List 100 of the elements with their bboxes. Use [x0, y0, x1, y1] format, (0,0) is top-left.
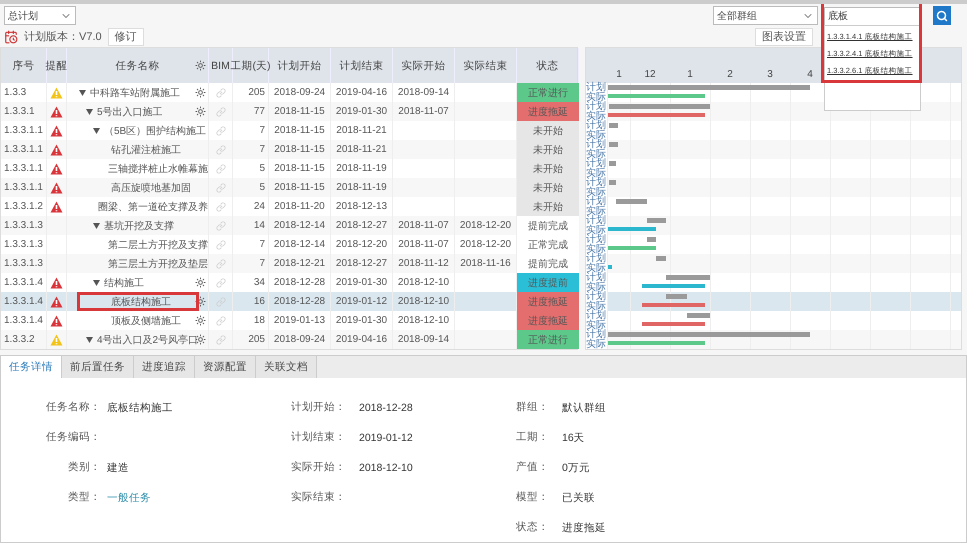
month-label: 1: [687, 69, 693, 80]
link-icon[interactable]: [216, 202, 226, 212]
status-cell: 未开始: [517, 121, 579, 140]
link-icon[interactable]: [216, 126, 226, 136]
task-name: 三轴搅拌桩止水帷幕施: [108, 162, 208, 176]
field-value: 进度拖延: [562, 522, 606, 534]
tab[interactable]: 关联文档: [256, 356, 317, 378]
link-icon[interactable]: [216, 258, 226, 268]
task-name: 钻孔灌注桩施工: [111, 144, 181, 156]
sun-icon[interactable]: [195, 87, 206, 98]
field-label: 群组：: [516, 400, 550, 414]
table-row[interactable]: 1.3.3.1 5号出入口施工 77 2018-11-15 2019-01-30 2018-11-07 进度拖延: [1, 102, 577, 121]
plan-bar[interactable]: [608, 180, 616, 185]
actual-label: 实际: [586, 206, 607, 216]
link-icon[interactable]: [216, 164, 226, 174]
tab[interactable]: 任务详情: [1, 356, 62, 378]
plan-bar[interactable]: [647, 237, 656, 242]
link-icon[interactable]: [216, 144, 226, 154]
tab[interactable]: 前后置任务: [62, 356, 134, 378]
status-cell: 未开始: [517, 140, 579, 159]
sun-icon[interactable]: [195, 334, 206, 345]
status-cell: 未开始: [517, 197, 579, 216]
link-icon[interactable]: [216, 296, 226, 306]
table-row[interactable]: 1.3.3.1.3 第三层土方开挖及垫层 7 2018-12-21 2018-12-27 2018-11-12 2018-11-16 提前完成: [1, 254, 577, 273]
status-cell: 进度拖延: [517, 311, 579, 330]
actual-bar[interactable]: [642, 284, 705, 288]
plan-label: 计划: [586, 83, 607, 92]
plan-bar[interactable]: [686, 313, 710, 318]
link-icon[interactable]: [216, 334, 226, 344]
plan-select[interactable]: 总计划: [4, 6, 76, 26]
status-cell: 进度拖延: [517, 102, 579, 121]
plan-bar[interactable]: [608, 142, 618, 147]
search-icon: [936, 10, 948, 22]
table-cell: 2018-11-12: [398, 258, 449, 269]
table-row[interactable]: 1.3.3.2 4号出入口及2号风亭口 205 2018-09-24 2019-04-16 2018-09-14 正常进行: [1, 330, 577, 349]
plan-bar[interactable]: [608, 161, 616, 166]
month-label: 1: [616, 69, 622, 80]
link-icon[interactable]: [216, 316, 226, 326]
field-label: 工期：: [516, 430, 550, 444]
field-link[interactable]: 一般任务: [107, 492, 151, 504]
column-header: 任务名称: [116, 58, 160, 72]
actual-bar[interactable]: [642, 303, 705, 307]
table-cell: 2018-09-14: [398, 334, 450, 345]
caret-down-icon[interactable]: [93, 280, 100, 286]
table-cell: 2018-09-24: [269, 330, 331, 349]
table-cell: 2018-11-07: [398, 106, 449, 117]
field-value: 已关联: [562, 492, 595, 504]
plan-bar[interactable]: [666, 294, 687, 299]
plan-bar[interactable]: [616, 199, 648, 204]
column-header: 计划结束: [340, 58, 384, 72]
group-select[interactable]: 全部群组: [713, 6, 818, 26]
link-icon[interactable]: [216, 182, 226, 192]
status-cell: 正常进行: [517, 83, 579, 102]
caret-down-icon[interactable]: [93, 128, 100, 134]
search-button[interactable]: [933, 6, 951, 26]
table-cell: 2018-12-10: [398, 277, 450, 288]
sun-icon[interactable]: [195, 106, 206, 117]
sun-icon[interactable]: [195, 277, 206, 288]
table-row[interactable]: 1.3.3.1.3 基坑开挖及支撑 14 2018-12-14 2018-12-27 2018-11-07 2018-12-20 提前完成: [1, 216, 577, 235]
table-cell: 2018-12-10: [398, 315, 450, 326]
calendar-clock-icon: [4, 30, 18, 44]
table-row[interactable]: 1.3.3.1.4 底板结构施工 16 2018-12-28 2019-01-12 2018-12-10 进度拖延: [1, 292, 577, 311]
caret-down-icon[interactable]: [86, 108, 93, 114]
plan-bar[interactable]: [608, 123, 618, 128]
chart-settings-button[interactable]: 图表设置: [755, 28, 813, 46]
link-icon[interactable]: [216, 240, 226, 250]
link-icon[interactable]: [216, 106, 226, 116]
table-row[interactable]: 1.3.3.1.1 高压旋喷地基加固 5 2018-11-15 2018-11-19 未开始: [1, 178, 577, 197]
link-icon[interactable]: [216, 278, 226, 288]
column-header: 序号: [12, 58, 34, 72]
tab[interactable]: 进度追踪: [134, 356, 195, 378]
table-cell: 2018-11-07: [398, 239, 449, 250]
link-icon[interactable]: [216, 220, 226, 230]
caret-down-icon[interactable]: [86, 336, 93, 342]
actual-label: 实际: [586, 264, 607, 273]
status-cell: 提前完成: [517, 216, 579, 235]
link-icon[interactable]: [216, 88, 226, 98]
search-field[interactable]: 底板: [824, 6, 921, 26]
caret-down-icon[interactable]: [79, 90, 86, 96]
task-name: （5B区）围护结构施工: [104, 124, 206, 138]
column-header: 实际结束: [464, 58, 508, 72]
plan-label: 计划: [586, 197, 607, 206]
actual-bar[interactable]: [608, 227, 656, 231]
actual-label: 实际: [586, 282, 607, 292]
status-cell: 未开始: [517, 178, 579, 197]
sun-icon[interactable]: [195, 315, 206, 326]
table-row[interactable]: 1.3.3.1.1 钻孔灌注桩施工 7 2018-11-15 2018-11-21 未开始: [1, 140, 577, 159]
table-cell: 2019-04-16: [331, 330, 393, 349]
task-name: 第三层土方开挖及垫层: [108, 258, 208, 270]
actual-bar[interactable]: [608, 113, 705, 117]
field-label: 实际开始：: [291, 460, 347, 474]
caret-down-icon[interactable]: [93, 222, 100, 228]
field-label: 任务名称：: [45, 400, 101, 414]
task-name: 顶板及侧墙施工: [111, 314, 181, 328]
plan-label: 计划: [586, 273, 607, 282]
revise-button[interactable]: 修订: [108, 28, 144, 46]
tab[interactable]: 资源配置: [195, 356, 256, 378]
plan-label: 计划: [586, 235, 607, 244]
plan-bar[interactable]: [666, 275, 710, 280]
task-name: 底板结构施工: [111, 296, 171, 308]
